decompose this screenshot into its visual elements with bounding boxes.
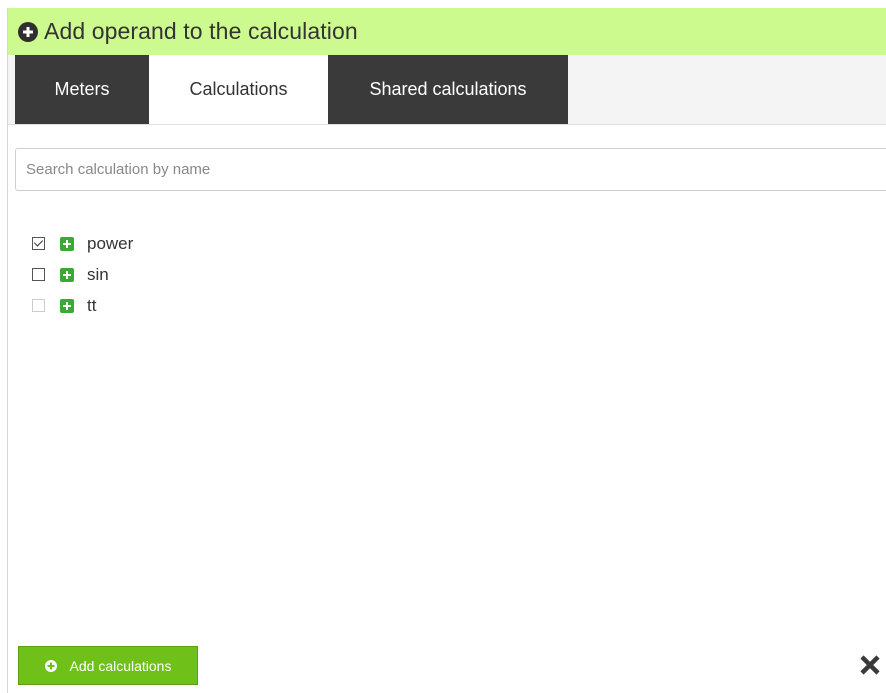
- tab-meters[interactable]: Meters: [15, 55, 149, 124]
- calculation-name: power: [87, 233, 134, 253]
- calculation-name: sin: [87, 264, 109, 284]
- checkbox[interactable]: [32, 237, 45, 250]
- dialog-title: Add operand to the calculation: [44, 18, 358, 44]
- calculation-list: power sin tt: [32, 228, 133, 321]
- add-operand-dialog: Add operand to the calculation Meters Ca…: [7, 8, 886, 693]
- calculation-name: tt: [87, 295, 97, 315]
- checkbox: [32, 299, 45, 312]
- dialog-header: Add operand to the calculation: [8, 8, 886, 55]
- add-calculations-button[interactable]: Add calculations: [18, 646, 198, 685]
- list-item: power: [32, 228, 133, 259]
- close-icon[interactable]: [858, 653, 882, 677]
- add-calculations-label: Add calculations: [69, 657, 172, 674]
- plus-square-icon[interactable]: [60, 236, 74, 251]
- list-item: tt: [32, 290, 133, 321]
- tab-shared-calculations[interactable]: Shared calculations: [328, 55, 568, 124]
- plus-square-icon[interactable]: [60, 267, 74, 282]
- search-input[interactable]: [15, 148, 886, 191]
- plus-square-icon[interactable]: [60, 298, 74, 313]
- tab-bar: Meters Calculations Shared calculations: [8, 55, 886, 125]
- list-item: sin: [32, 259, 133, 290]
- checkbox[interactable]: [32, 268, 45, 281]
- plus-circle-icon: [18, 21, 38, 42]
- tab-calculations[interactable]: Calculations: [149, 55, 328, 124]
- plus-circle-icon: [44, 659, 57, 672]
